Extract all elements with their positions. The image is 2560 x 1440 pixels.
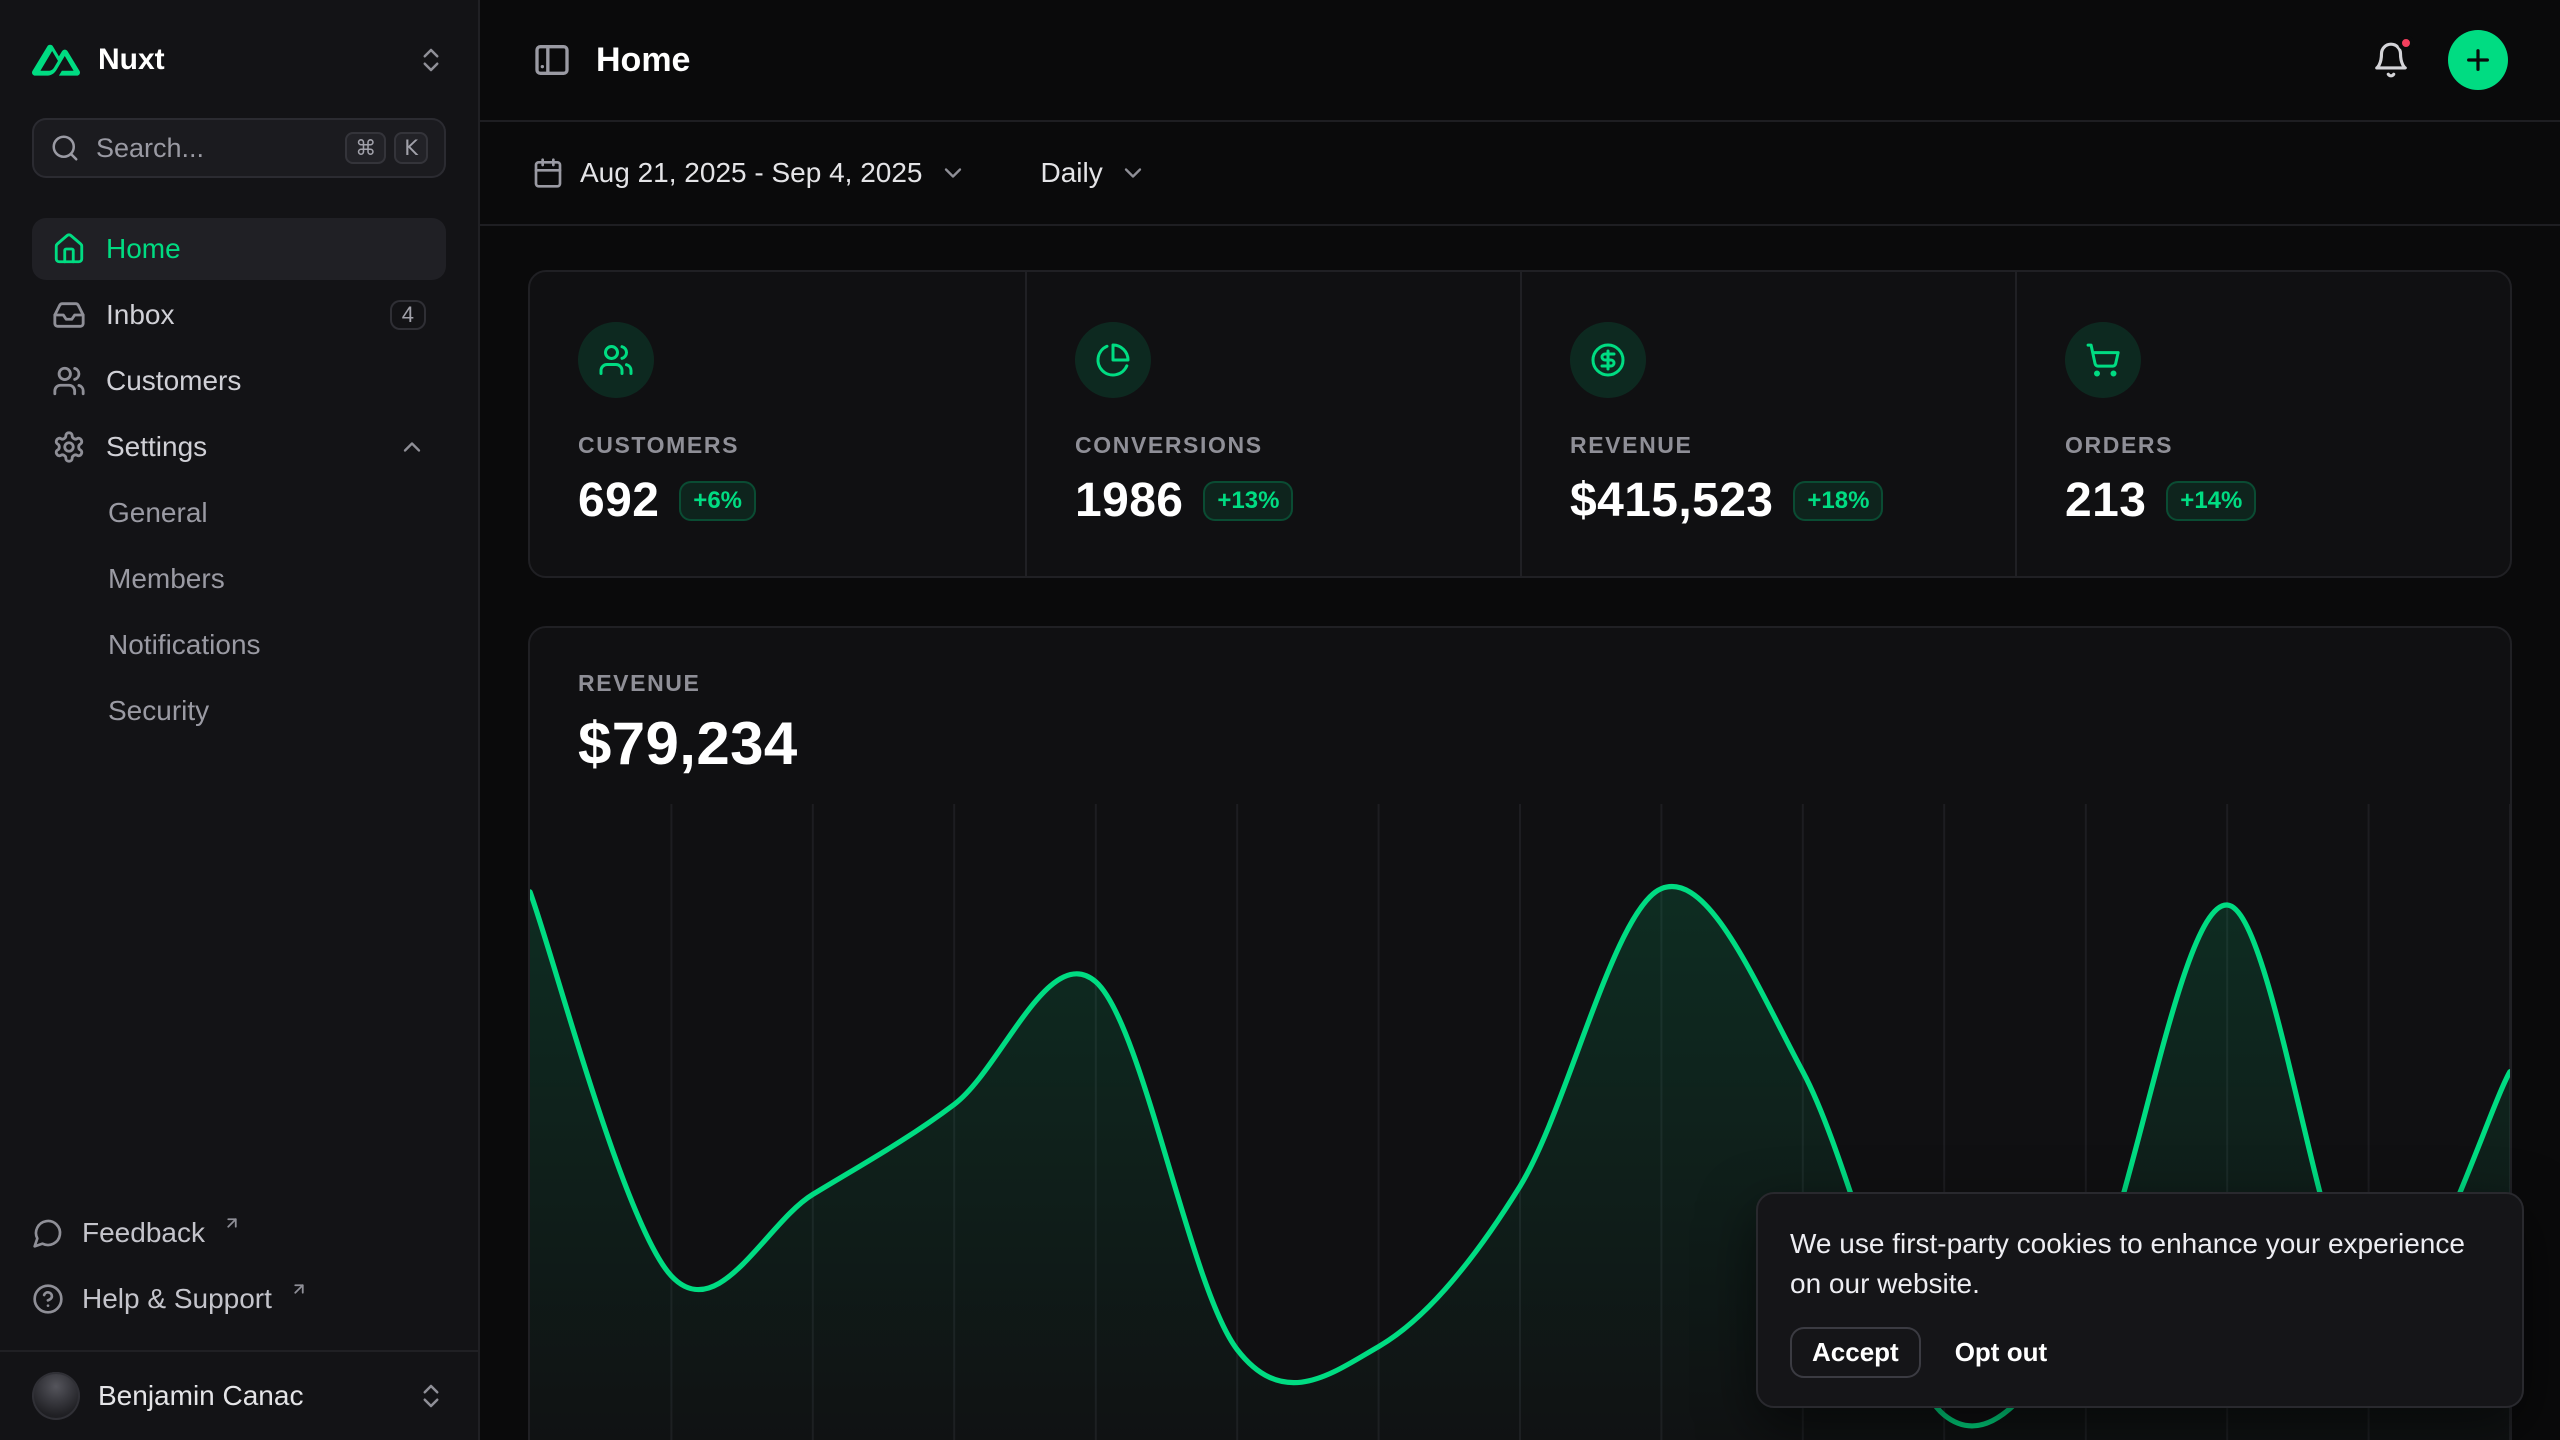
- help-support-link[interactable]: Help & Support: [32, 1272, 446, 1326]
- sidebar-nav: Home Inbox 4 Customers Settings: [0, 218, 478, 742]
- sub-item-label: Security: [108, 695, 209, 727]
- workspace-switcher[interactable]: Nuxt: [0, 0, 478, 84]
- stat-revenue[interactable]: REVENUE $415,523 +18%: [1520, 272, 2015, 576]
- stat-value: 1986: [1075, 473, 1183, 528]
- chevron-up-icon: [398, 433, 426, 461]
- sidebar-footer: Feedback Help & Support: [0, 1206, 478, 1350]
- sidebar-item-customers[interactable]: Customers: [32, 350, 446, 412]
- nuxt-logo-icon: [32, 36, 80, 84]
- cookie-actions: Accept Opt out: [1790, 1327, 2490, 1378]
- stat-value: $415,523: [1570, 473, 1773, 528]
- revenue-panel-label: REVENUE: [578, 670, 2462, 697]
- sidebar-item-label: Home: [106, 233, 181, 265]
- sidebar: Nuxt Search... ⌘ K Home: [0, 0, 480, 1440]
- chevron-down-icon: [939, 159, 967, 187]
- gear-icon: [52, 430, 86, 464]
- sidebar-item-label: Settings: [106, 431, 207, 463]
- pie-chart-icon: [1075, 322, 1151, 398]
- help-support-label: Help & Support: [82, 1283, 272, 1315]
- sidebar-item-settings[interactable]: Settings: [32, 416, 446, 478]
- stat-label: REVENUE: [1570, 432, 1967, 459]
- chevrons-up-down-icon: [416, 45, 446, 75]
- stat-value: 213: [2065, 473, 2146, 528]
- plus-icon: [2462, 44, 2494, 76]
- date-range-picker[interactable]: Aug 21, 2025 - Sep 4, 2025: [514, 145, 985, 201]
- add-button[interactable]: [2448, 30, 2508, 90]
- sidebar-item-home[interactable]: Home: [32, 218, 446, 280]
- filters-toolbar: Aug 21, 2025 - Sep 4, 2025 Daily: [480, 122, 2560, 226]
- kbd-k: K: [394, 132, 428, 164]
- stat-conversions[interactable]: CONVERSIONS 1986 +13%: [1025, 272, 1520, 576]
- revenue-panel-total: $79,234: [578, 709, 2462, 778]
- opt-out-button[interactable]: Opt out: [1933, 1327, 2069, 1378]
- stat-label: CUSTOMERS: [578, 432, 977, 459]
- feedback-link[interactable]: Feedback: [32, 1206, 446, 1260]
- stat-delta-badge: +6%: [679, 481, 756, 521]
- stat-label: CONVERSIONS: [1075, 432, 1472, 459]
- sidebar-item-notifications[interactable]: Notifications: [32, 614, 446, 676]
- header-actions: [2368, 30, 2508, 90]
- sidebar-item-security[interactable]: Security: [32, 680, 446, 742]
- kbd-command: ⌘: [345, 132, 386, 164]
- workspace-name: Nuxt: [98, 43, 165, 77]
- stats-row: CUSTOMERS 692 +6% CONVERSIONS 1986 +13%: [528, 270, 2512, 578]
- sidebar-toggle-button[interactable]: [532, 40, 572, 80]
- external-link-icon: [223, 1214, 241, 1232]
- granularity-label: Daily: [1041, 157, 1103, 189]
- page-title: Home: [596, 41, 690, 80]
- stat-delta-badge: +18%: [1793, 481, 1883, 521]
- inbox-count-badge: 4: [390, 300, 426, 330]
- message-bubble-icon: [32, 1217, 64, 1249]
- search-input[interactable]: Search... ⌘ K: [32, 118, 446, 178]
- notification-unread-dot: [2398, 35, 2414, 51]
- panel-left-icon: [532, 40, 572, 80]
- stat-delta-badge: +14%: [2166, 481, 2256, 521]
- sub-item-label: Notifications: [108, 629, 261, 661]
- sidebar-item-members[interactable]: Members: [32, 548, 446, 610]
- sub-item-label: General: [108, 497, 208, 529]
- user-avatar: [32, 1372, 80, 1420]
- users-icon: [52, 364, 86, 398]
- shopping-cart-icon: [2065, 322, 2141, 398]
- calendar-icon: [532, 157, 564, 189]
- circle-dollar-icon: [1570, 322, 1646, 398]
- date-range-label: Aug 21, 2025 - Sep 4, 2025: [580, 157, 923, 189]
- stat-label: ORDERS: [2065, 432, 2462, 459]
- inbox-icon: [52, 298, 86, 332]
- sidebar-item-inbox[interactable]: Inbox 4: [32, 284, 446, 346]
- cookie-message: We use first-party cookies to enhance yo…: [1790, 1224, 2490, 1305]
- sub-item-label: Members: [108, 563, 225, 595]
- stat-delta-badge: +13%: [1203, 481, 1293, 521]
- feedback-label: Feedback: [82, 1217, 205, 1249]
- home-icon: [52, 232, 86, 266]
- stat-orders[interactable]: ORDERS 213 +14%: [2015, 272, 2510, 576]
- cookie-banner: We use first-party cookies to enhance yo…: [1756, 1192, 2524, 1408]
- main-header: Home: [480, 0, 2560, 122]
- user-name: Benjamin Canac: [98, 1380, 303, 1412]
- granularity-select[interactable]: Daily: [1023, 145, 1165, 201]
- sidebar-item-label: Customers: [106, 365, 241, 397]
- stat-customers[interactable]: CUSTOMERS 692 +6%: [530, 272, 1025, 576]
- sidebar-item-general[interactable]: General: [32, 482, 446, 544]
- sidebar-item-label: Inbox: [106, 299, 175, 331]
- chevron-down-icon: [1119, 159, 1147, 187]
- external-link-icon: [290, 1280, 308, 1298]
- users-icon: [578, 322, 654, 398]
- notifications-button[interactable]: [2368, 37, 2414, 83]
- search-icon: [50, 133, 80, 163]
- user-menu[interactable]: Benjamin Canac: [0, 1350, 478, 1440]
- accept-cookies-button[interactable]: Accept: [1790, 1327, 1921, 1378]
- search-shortcut: ⌘ K: [345, 132, 428, 164]
- stat-value: 692: [578, 473, 659, 528]
- help-circle-icon: [32, 1283, 64, 1315]
- chevrons-up-down-icon: [416, 1381, 446, 1411]
- search-placeholder: Search...: [96, 133, 204, 164]
